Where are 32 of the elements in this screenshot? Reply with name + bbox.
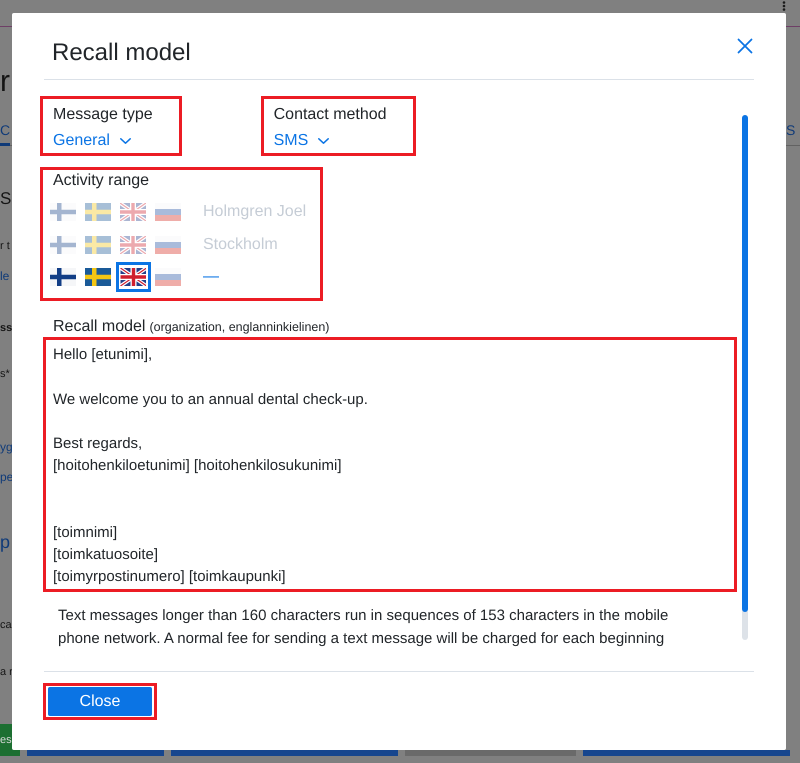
page-link[interactable]: pe	[0, 465, 14, 489]
info-text: Text messages longer than 160 characters run in sequences of 153 characters in the mobile phone network. A normal fee for sending a text message will be charged for each beginning	[57, 606, 670, 650]
field-label: Activity range	[53, 171, 150, 191]
page-link[interactable]: p	[0, 527, 10, 557]
range-label: Stockholm	[203, 234, 278, 255]
section-title: S	[0, 188, 12, 210]
range-label: Holmgren Joel	[203, 202, 306, 222]
british-flag-icon[interactable]	[116, 262, 150, 292]
contact-method-dropdown[interactable]: SMS	[274, 130, 330, 152]
chevron-down-icon	[120, 138, 131, 144]
close-button[interactable]: Close	[48, 687, 152, 716]
message-textarea[interactable]: Hello [etunimi], We welcome you to an annual dental check-up. Best regards, [hoitohenkiloetunimi] [hoitohenkilosukunimi] [toimnimi] [toimkatuosoite] [toimyrpostinumero] [toimkaupunki]	[46, 340, 734, 590]
field-label: Contact method	[274, 105, 387, 125]
message-type-dropdown[interactable]: General	[53, 130, 131, 152]
page-text: ca	[0, 618, 12, 633]
page-text: ss	[0, 321, 12, 336]
dialog-title: Recall model	[52, 38, 191, 68]
page-heading: r	[0, 64, 10, 100]
page-text: s*	[0, 367, 10, 382]
field-label: Message type	[53, 105, 153, 125]
page-tab[interactable]: S	[786, 120, 796, 146]
finnish-flag-icon[interactable]	[50, 268, 76, 286]
range-label[interactable]: —	[203, 266, 219, 287]
chevron-down-icon	[318, 138, 330, 144]
field-note: (organization, englanninkielinen)	[149, 319, 330, 336]
swedish-flag-icon[interactable]	[85, 268, 111, 286]
close-icon[interactable]	[737, 38, 753, 54]
more-options-icon[interactable]	[782, 1, 786, 11]
page-link[interactable]: yg	[0, 435, 13, 459]
page-link[interactable]: le	[0, 265, 10, 287]
page-text: r t	[0, 239, 10, 254]
field-label: Recall model	[53, 317, 146, 338]
